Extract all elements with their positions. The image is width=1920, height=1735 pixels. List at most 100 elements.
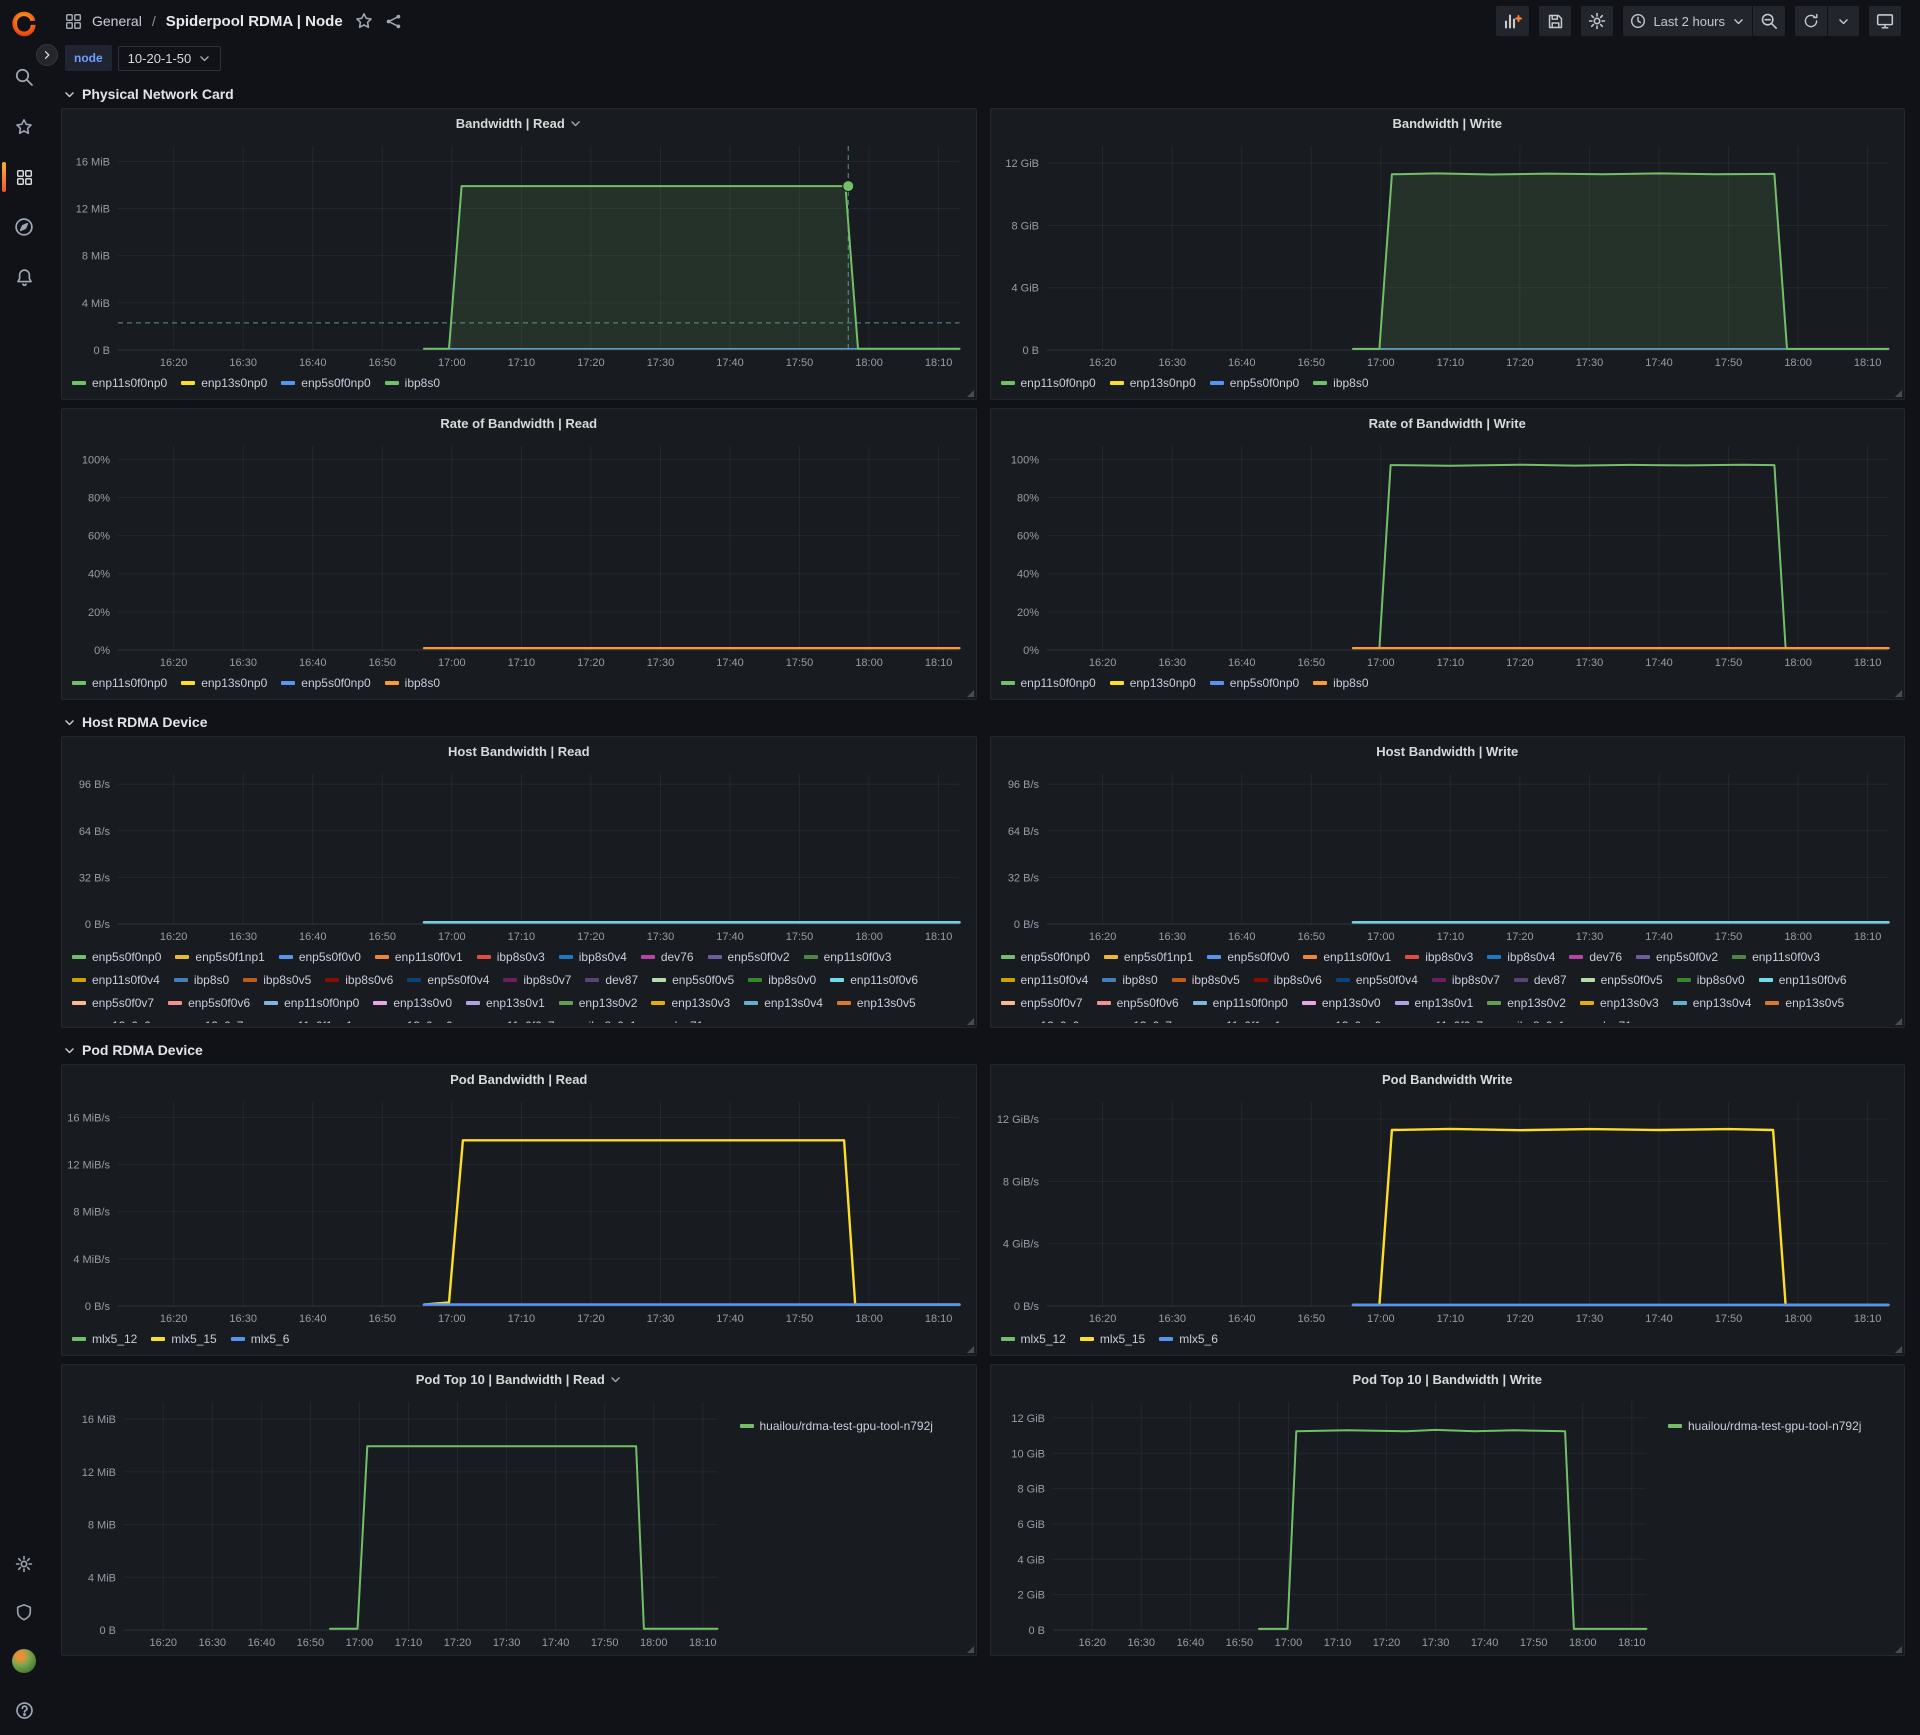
- legend-item[interactable]: dev71: [651, 1019, 704, 1023]
- chart-area[interactable]: 16:20 16:30 16:40 16:50 17:00 17:10 17:20 17:30…: [68, 1093, 970, 1327]
- panel-resize-handle[interactable]: [1895, 1646, 1902, 1653]
- legend-item[interactable]: enp5s0f0np0: [1000, 950, 1090, 964]
- legend-item[interactable]: enp5s0f0v4: [1335, 973, 1418, 987]
- legend-item[interactable]: enp11s0f0np0: [72, 676, 167, 690]
- section-host-rdma-device[interactable]: Host RDMA Device: [61, 708, 1905, 736]
- time-range-picker[interactable]: Last 2 hours: [1623, 6, 1752, 36]
- panel-resize-handle[interactable]: [966, 390, 974, 397]
- panel-title[interactable]: Pod Bandwidth | Read: [62, 1065, 976, 1093]
- share-icon[interactable]: [385, 13, 402, 30]
- legend-item[interactable]: enp13s0v7: [165, 1019, 244, 1023]
- legend-item[interactable]: enp13s0v4: [744, 996, 823, 1010]
- legend-item[interactable]: enp5s0f0v5: [652, 973, 734, 987]
- legend-item[interactable]: ibp8s0: [1313, 376, 1369, 390]
- panel-title[interactable]: Host Bandwidth | Write: [991, 737, 1905, 765]
- starred-icon[interactable]: [0, 116, 48, 138]
- grafana-logo[interactable]: [10, 10, 38, 38]
- legend-item[interactable]: enp13s0v6: [72, 1019, 151, 1023]
- legend-item[interactable]: enp13s0v0: [373, 996, 452, 1010]
- legend-item[interactable]: enp11s0f0v3: [1732, 950, 1820, 964]
- legend-item[interactable]: enp13s0v3: [651, 996, 730, 1010]
- legend-item[interactable]: dev87: [1513, 973, 1567, 987]
- panel-resize-handle[interactable]: [1895, 1018, 1902, 1025]
- variable-node-label[interactable]: node: [65, 45, 112, 71]
- panel-title[interactable]: Bandwidth | Read: [62, 109, 976, 137]
- legend-item[interactable]: enp13s0v5: [1765, 996, 1844, 1010]
- legend-item[interactable]: ibp8s0: [384, 376, 440, 390]
- panel-title[interactable]: Pod Bandwidth Write: [991, 1065, 1905, 1093]
- dashboards-grid-icon[interactable]: [65, 13, 82, 30]
- cycle-view-button[interactable]: [1869, 6, 1901, 36]
- user-avatar[interactable]: [12, 1649, 36, 1673]
- legend-item[interactable]: enp11s0f0v7: [467, 1019, 555, 1023]
- legend-item[interactable]: enp5s0f0np0: [1209, 676, 1299, 690]
- refresh-button[interactable]: [1795, 6, 1827, 36]
- refresh-interval-button[interactable]: [1827, 6, 1859, 36]
- legend-item[interactable]: ibp8s0v6: [1253, 973, 1322, 987]
- legend-item[interactable]: dev71: [1579, 1019, 1632, 1023]
- legend-item[interactable]: ibp8s0v5: [243, 973, 311, 987]
- legend-item[interactable]: ibp8s0v1: [569, 1019, 637, 1023]
- panel-resize-handle[interactable]: [966, 1646, 974, 1653]
- legend-item[interactable]: enp13s0np0: [1295, 1019, 1381, 1023]
- legend-item[interactable]: enp11s0f0v1: [374, 950, 463, 964]
- legend-item[interactable]: enp13s0v1: [466, 996, 545, 1010]
- legend-item[interactable]: enp13s0v7: [1093, 1019, 1172, 1023]
- chart-area[interactable]: 16:20 16:30 16:40 16:50 17:00 17:10 17:20 17:30…: [997, 437, 1899, 671]
- panel-title[interactable]: Rate of Bandwidth | Read: [62, 409, 976, 437]
- legend-item[interactable]: ibp8s0v6: [325, 973, 393, 987]
- legend-item[interactable]: enp5s0f0v6: [168, 996, 250, 1010]
- legend-item[interactable]: ibp8s0: [1102, 973, 1158, 987]
- dashboards-icon[interactable]: [0, 162, 48, 192]
- chart-area[interactable]: 16:20 16:30 16:40 16:50 17:00 17:10 17:20 17:30…: [68, 137, 970, 371]
- legend-item[interactable]: enp5s0f0np0: [281, 376, 371, 390]
- add-panel-button[interactable]: [1496, 6, 1530, 36]
- legend-item[interactable]: enp11s0f0v6: [1758, 973, 1847, 987]
- panel-title[interactable]: Pod Top 10 | Bandwidth | Read: [62, 1365, 976, 1393]
- legend-item[interactable]: ibp8s0: [384, 676, 440, 690]
- legend-item[interactable]: enp13s0v5: [836, 996, 916, 1010]
- legend-item[interactable]: enp11s0f0np0: [1000, 676, 1096, 690]
- chart-area[interactable]: 16:20 16:30 16:40 16:50 17:00 17:10 17:20 17:30…: [997, 1093, 1899, 1327]
- legend-item[interactable]: enp11s0f0v1: [1303, 950, 1391, 964]
- panel-resize-handle[interactable]: [966, 1018, 974, 1025]
- panel-resize-handle[interactable]: [1895, 690, 1902, 697]
- legend-item[interactable]: enp13s0v1: [1394, 996, 1473, 1010]
- legend-item[interactable]: enp11s0f0v3: [803, 950, 891, 964]
- legend-item[interactable]: enp13s0v0: [1301, 996, 1381, 1010]
- legend-item[interactable]: enp13s0np0: [1109, 376, 1196, 390]
- panel-resize-handle[interactable]: [1895, 1346, 1902, 1353]
- legend-item[interactable]: enp13s0v4: [1672, 996, 1751, 1010]
- legend-item[interactable]: enp5s0f0v5: [1580, 973, 1663, 987]
- legend-item[interactable]: ibp8s0: [173, 973, 229, 987]
- legend-item[interactable]: enp5s0f0v0: [278, 950, 361, 964]
- legend-item[interactable]: mlx5_12: [1000, 1332, 1066, 1346]
- legend-item[interactable]: enp13s0np0: [367, 1019, 453, 1023]
- panel-title[interactable]: Host Bandwidth | Read: [62, 737, 976, 765]
- panel-title[interactable]: Bandwidth | Write: [991, 109, 1905, 137]
- legend-item[interactable]: enp11s0f0v7: [1395, 1019, 1483, 1023]
- chart-area[interactable]: 16:20 16:30 16:40 16:50 17:00 17:10 17:20 17:30…: [997, 765, 1899, 945]
- legend-item[interactable]: ibp8s0v4: [558, 950, 627, 964]
- legend-item[interactable]: enp13s0v2: [558, 996, 637, 1010]
- help-icon[interactable]: [0, 1699, 48, 1721]
- legend-item[interactable]: enp11s0f1np1: [1186, 1019, 1281, 1023]
- chart-area[interactable]: 16:20 16:30 16:40 16:50 17:00 17:10 17:20 17:30…: [997, 1393, 1657, 1651]
- legend-item[interactable]: huailou/rdma-test-gpu-tool-n792j: [1668, 1419, 1861, 1433]
- legend-item[interactable]: enp11s0f0np0: [264, 996, 359, 1010]
- star-dashboard-icon[interactable]: [355, 12, 373, 30]
- legend-item[interactable]: ibp8s0v3: [1405, 950, 1473, 964]
- zoom-out-button[interactable]: [1752, 6, 1785, 36]
- legend-item[interactable]: enp5s0f1np1: [175, 950, 265, 964]
- legend-item[interactable]: enp13s0np0: [181, 376, 267, 390]
- chart-area[interactable]: 16:20 16:30 16:40 16:50 17:00 17:10 17:20 17:30…: [68, 1393, 728, 1651]
- configuration-gear-icon[interactable]: [0, 1553, 48, 1575]
- legend-item[interactable]: mlx5_15: [1079, 1332, 1145, 1346]
- alerting-bell-icon[interactable]: [0, 266, 48, 288]
- panel-resize-handle[interactable]: [1895, 390, 1902, 397]
- legend-item[interactable]: enp5s0f0v7: [1000, 996, 1083, 1010]
- legend-item[interactable]: enp13s0np0: [1109, 676, 1196, 690]
- legend-item[interactable]: enp11s0f0v6: [830, 973, 918, 987]
- legend-item[interactable]: enp13s0v6: [1001, 1019, 1080, 1023]
- legend-item[interactable]: ibp8s0v3: [476, 950, 545, 964]
